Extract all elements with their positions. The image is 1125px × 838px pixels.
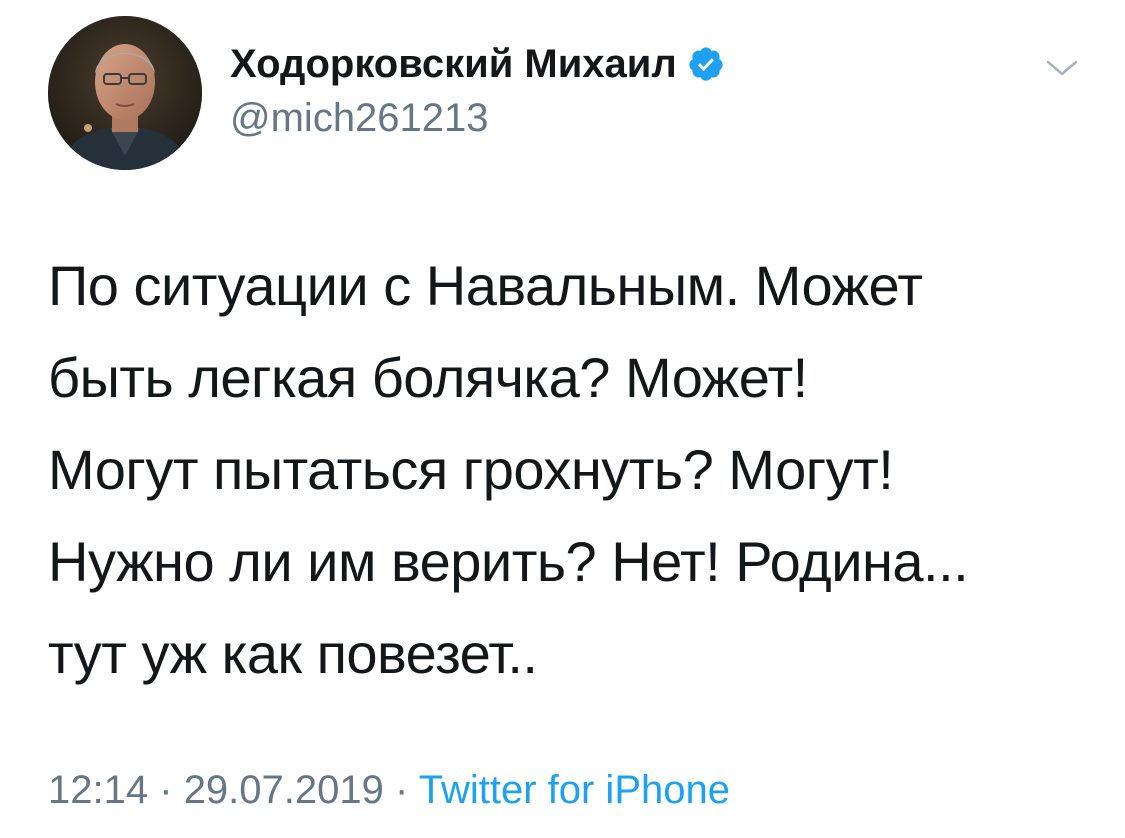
tweet-date[interactable]: 29.07.2019 xyxy=(184,768,384,812)
tweet-text: По ситуации с Навальным. Может быть легк… xyxy=(48,240,1098,700)
author-name[interactable]: Ходорковский Михаил xyxy=(230,40,677,88)
tweet-text-line: По ситуации с Навальным. Может xyxy=(48,254,923,317)
tweet-meta: 12:14 · 29.07.2019 · Twitter for iPhone xyxy=(48,766,730,814)
tweet-text-line: Нужно ли им верить? Нет! Родина... xyxy=(48,530,969,593)
tweet-source-link[interactable]: Twitter for iPhone xyxy=(419,768,730,812)
tweet-text-line: Могут пытаться грохнуть? Могут! xyxy=(48,438,894,501)
tweet-card: Ходорковский Михаил @mich261213 По ситуа… xyxy=(0,0,1125,838)
verified-badge-icon xyxy=(687,45,725,83)
tweet-text-line: быть легкая болячка? Может! xyxy=(48,346,808,409)
chevron-down-icon[interactable] xyxy=(1042,52,1082,82)
author-handle[interactable]: @mich261213 xyxy=(230,94,489,142)
meta-separator: · xyxy=(159,768,173,812)
avatar-portrait-icon xyxy=(48,16,202,170)
avatar[interactable] xyxy=(48,16,202,170)
tweet-time[interactable]: 12:14 xyxy=(48,768,148,812)
meta-separator: · xyxy=(395,768,409,812)
tweet-text-line: тут уж как повезет.. xyxy=(48,622,538,685)
author-name-row[interactable]: Ходорковский Михаил xyxy=(230,40,725,88)
